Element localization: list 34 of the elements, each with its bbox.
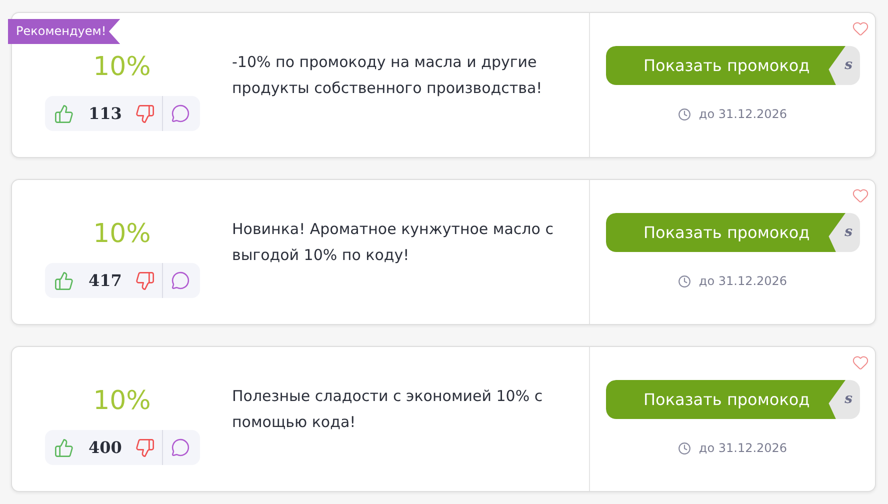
favorite-heart-icon[interactable]	[852, 20, 869, 37]
like-count: 113	[88, 102, 122, 124]
expiry-date: до 31.12.2026	[698, 106, 788, 123]
comment-button[interactable]	[170, 270, 192, 292]
code-peek: s	[844, 223, 852, 242]
show-promo-code-button[interactable]: Показать промокод s	[606, 380, 860, 419]
offer-description: Новинка! Ароматное кунжутное масло с выгодой 10% по коду!	[232, 219, 554, 266]
clock-icon	[678, 274, 691, 288]
thumbs-up-button[interactable]	[52, 102, 74, 124]
clock-icon	[678, 108, 691, 120]
comment-button[interactable]	[170, 436, 192, 458]
show-promo-code-button[interactable]: Показать промокод s	[606, 46, 860, 85]
show-promo-code-button[interactable]: Показать промокод s	[606, 213, 860, 252]
discount-value: 10%	[93, 218, 151, 250]
thumbs-up-button[interactable]	[52, 270, 74, 292]
comment-button[interactable]	[170, 102, 192, 124]
offer-description: -10% по промокоду на масла и другие продукты собственного производства!	[232, 52, 544, 99]
thumbs-up-button[interactable]	[52, 436, 74, 458]
recommended-ribbon: Рекомендуем!	[8, 19, 120, 44]
thumbs-down-button[interactable]	[134, 270, 156, 292]
favorite-heart-icon[interactable]	[852, 354, 869, 371]
clock-icon	[678, 442, 691, 454]
offer-description: Полезные сладости с экономией 10% с помощью кода!	[232, 386, 544, 433]
thumbs-down-button[interactable]	[134, 102, 156, 124]
favorite-heart-icon[interactable]	[852, 187, 869, 204]
like-count: 417	[88, 270, 122, 292]
expiry-date: до 31.12.2026	[698, 440, 788, 457]
code-peek: s	[844, 56, 852, 75]
expiry-date: до 31.12.2026	[698, 273, 788, 290]
like-count: 400	[88, 436, 122, 458]
discount-value: 10%	[93, 51, 151, 83]
thumbs-down-button[interactable]	[134, 436, 156, 458]
code-peek: s	[844, 390, 852, 409]
discount-value: 10%	[93, 385, 151, 417]
